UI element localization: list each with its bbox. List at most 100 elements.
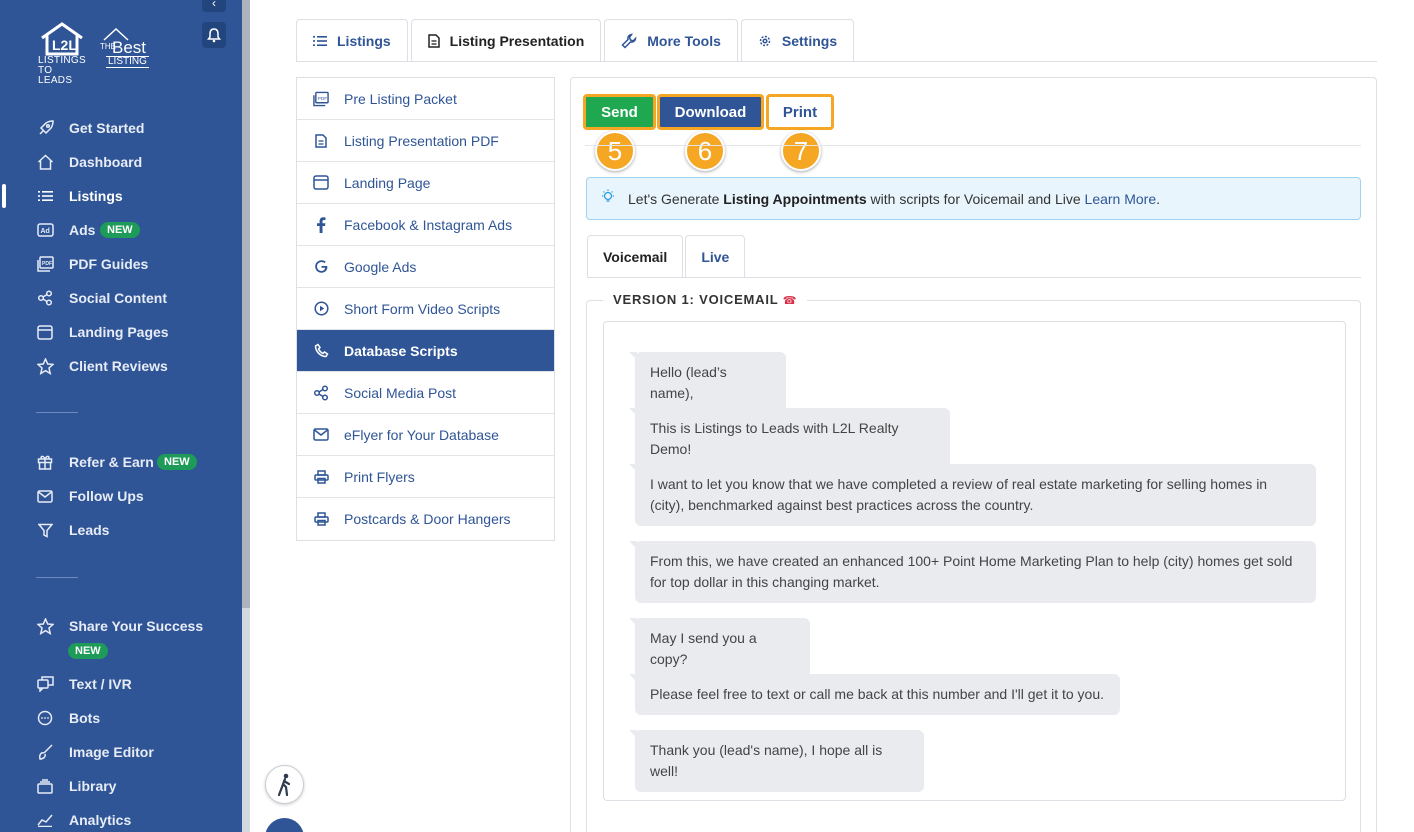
- new-badge: NEW: [68, 643, 108, 659]
- sidebar-item-landing-pages[interactable]: Landing Pages: [0, 319, 242, 345]
- menu-item-facebook-instagram-ads[interactable]: Facebook & Instagram Ads: [297, 204, 554, 246]
- phone-icon: [313, 343, 329, 359]
- sidebar-item-leads[interactable]: Leads: [0, 517, 242, 543]
- download-button[interactable]: Download: [657, 94, 764, 130]
- sidebar-item-label: Follow Ups: [69, 488, 144, 504]
- send-button[interactable]: Send: [583, 94, 656, 130]
- menu-item-eflyer-for-your-database[interactable]: eFlyer for Your Database: [297, 414, 554, 456]
- facebook-icon: [313, 216, 329, 233]
- sidebar-divider: [36, 412, 78, 413]
- sidebar-item-ads[interactable]: Ad Ads NEW: [0, 217, 242, 243]
- menu-item-landing-page[interactable]: Landing Page: [297, 162, 554, 204]
- star-icon: [36, 617, 54, 635]
- sidebar-item-listings[interactable]: Listings: [0, 183, 242, 209]
- tabs-divider: [296, 61, 1377, 62]
- sidebar-item-label: Leads: [69, 522, 110, 538]
- sidebar-item-get-started[interactable]: Get Started: [0, 115, 242, 141]
- sidebar-item-label: PDF Guides: [69, 256, 149, 272]
- menu-item-label: Database Scripts: [344, 342, 458, 359]
- tab-listing-presentation[interactable]: Listing Presentation: [410, 19, 602, 62]
- sidebar-item-follow-ups[interactable]: Follow Ups: [0, 483, 242, 509]
- sidebar-item-label: Share Your Success: [69, 618, 204, 634]
- voicemail-version-box: VERSION 1: VOICEMAIL ☎ Hello (lead’s nam…: [586, 292, 1361, 832]
- sidebar-item-pdf-guides[interactable]: PDF PDF Guides: [0, 251, 242, 277]
- learn-more-link[interactable]: Learn More: [1085, 191, 1157, 207]
- presentation-menu: PDF Pre Listing Packet Listing Presentatio…: [296, 77, 555, 541]
- tab-label: Listings: [337, 33, 391, 49]
- menu-item-database-scripts[interactable]: Database Scripts: [297, 330, 554, 372]
- svg-text:PDF: PDF: [318, 95, 328, 100]
- version-title-text: VERSION 1: VOICEMAIL: [613, 292, 779, 307]
- sidebar-item-label: Library: [69, 778, 117, 794]
- menu-item-listing-presentation-pdf[interactable]: Listing Presentation PDF: [297, 120, 554, 162]
- tab-voicemail[interactable]: Voicemail: [587, 235, 684, 278]
- step-badge-7: 7: [781, 131, 821, 171]
- sidebar-scrollbar-thumb[interactable]: [242, 0, 250, 608]
- sidebar-item-bots[interactable]: Bots: [0, 705, 242, 731]
- logo-best-main: Best: [112, 38, 147, 57]
- menu-item-label: Listing Presentation PDF: [344, 132, 499, 149]
- info-middle: with scripts for Voicemail and Live: [866, 190, 1085, 207]
- info-suffix: .: [1156, 190, 1161, 207]
- house-logo-icon: L2L: [39, 22, 85, 56]
- window-icon: [313, 175, 329, 191]
- menu-item-label: Print Flyers: [344, 468, 415, 485]
- library-icon: [36, 777, 54, 795]
- main-content: Listings Listing Presentation More Tools…: [266, 0, 1414, 832]
- notifications-button[interactable]: [202, 22, 226, 48]
- sidebar: L2L LISTINGS TO LEADS THE Best LISTING ‹…: [0, 0, 242, 832]
- version-title: VERSION 1: VOICEMAIL ☎: [603, 292, 808, 307]
- menu-item-label: Social Media Post: [344, 384, 457, 401]
- telephone-icon: ☎: [782, 295, 798, 307]
- sidebar-item-dashboard[interactable]: Dashboard: [0, 149, 242, 175]
- filter-icon: [36, 521, 54, 539]
- play-icon: [313, 301, 329, 317]
- tab-label: Listing Presentation: [449, 33, 585, 49]
- tab-settings[interactable]: Settings: [740, 19, 855, 62]
- tab-live[interactable]: Live: [685, 235, 746, 278]
- print-button[interactable]: Print: [766, 94, 834, 130]
- share-icon: [313, 384, 329, 401]
- tab-more-tools[interactable]: More Tools: [604, 19, 738, 62]
- sidebar-item-library[interactable]: Library: [0, 773, 242, 799]
- sidebar-item-analytics[interactable]: Analytics: [0, 807, 242, 832]
- svg-text:PDF: PDF: [42, 261, 52, 267]
- divider: [585, 145, 1361, 146]
- menu-item-social-media-post[interactable]: Social Media Post: [297, 372, 554, 414]
- menu-item-google-ads[interactable]: Google Ads: [297, 246, 554, 288]
- sidebar-item-share-your-success[interactable]: Share Your Success NEW: [0, 613, 242, 659]
- menu-item-pre-listing-packet[interactable]: PDF Pre Listing Packet: [297, 78, 554, 120]
- sidebar-item-text-ivr[interactable]: Text / IVR: [0, 671, 242, 697]
- subtabs-divider: [587, 277, 1361, 278]
- pdf-icon: PDF: [313, 91, 329, 107]
- sidebar-item-client-reviews[interactable]: Client Reviews: [0, 353, 242, 379]
- l2l-logo: L2L LISTINGS TO LEADS: [36, 22, 88, 86]
- menu-item-print-flyers[interactable]: Print Flyers: [297, 456, 554, 498]
- accessibility-button[interactable]: [265, 765, 304, 804]
- tab-label: Settings: [781, 33, 838, 49]
- ad-icon: Ad: [36, 221, 54, 239]
- new-badge: NEW: [100, 222, 140, 238]
- logo-text-2: TO LEADS: [38, 65, 73, 86]
- star-icon: [36, 357, 54, 375]
- tab-listings[interactable]: Listings: [296, 19, 408, 62]
- menu-item-short-form-video-scripts[interactable]: Short Form Video Scripts: [297, 288, 554, 330]
- menu-item-postcards-door-hangers[interactable]: Postcards & Door Hangers: [297, 498, 554, 540]
- logo-best-sub: LISTING: [106, 56, 149, 68]
- list-icon: [36, 187, 54, 205]
- collapse-sidebar-button[interactable]: ‹: [202, 0, 226, 12]
- home-icon: [36, 153, 54, 171]
- logo[interactable]: L2L LISTINGS TO LEADS THE Best LISTING: [36, 22, 156, 86]
- sidebar-item-refer-earn[interactable]: Refer & Earn NEW: [0, 449, 242, 475]
- list-icon: [313, 35, 327, 47]
- script-line: I want to let you know that we have comp…: [629, 464, 1316, 526]
- accessibility-walker-icon: [277, 773, 290, 796]
- printer-icon: [313, 511, 329, 527]
- new-badge: NEW: [157, 454, 197, 470]
- script-chat: Hello (lead’s name), This is Listings to …: [603, 321, 1346, 801]
- step-badge-5: 5: [595, 131, 635, 171]
- sidebar-item-image-editor[interactable]: Image Editor: [0, 739, 242, 765]
- svg-text:Ad: Ad: [40, 228, 49, 235]
- menu-item-label: Landing Page: [344, 174, 431, 191]
- sidebar-item-social-content[interactable]: Social Content: [0, 285, 242, 311]
